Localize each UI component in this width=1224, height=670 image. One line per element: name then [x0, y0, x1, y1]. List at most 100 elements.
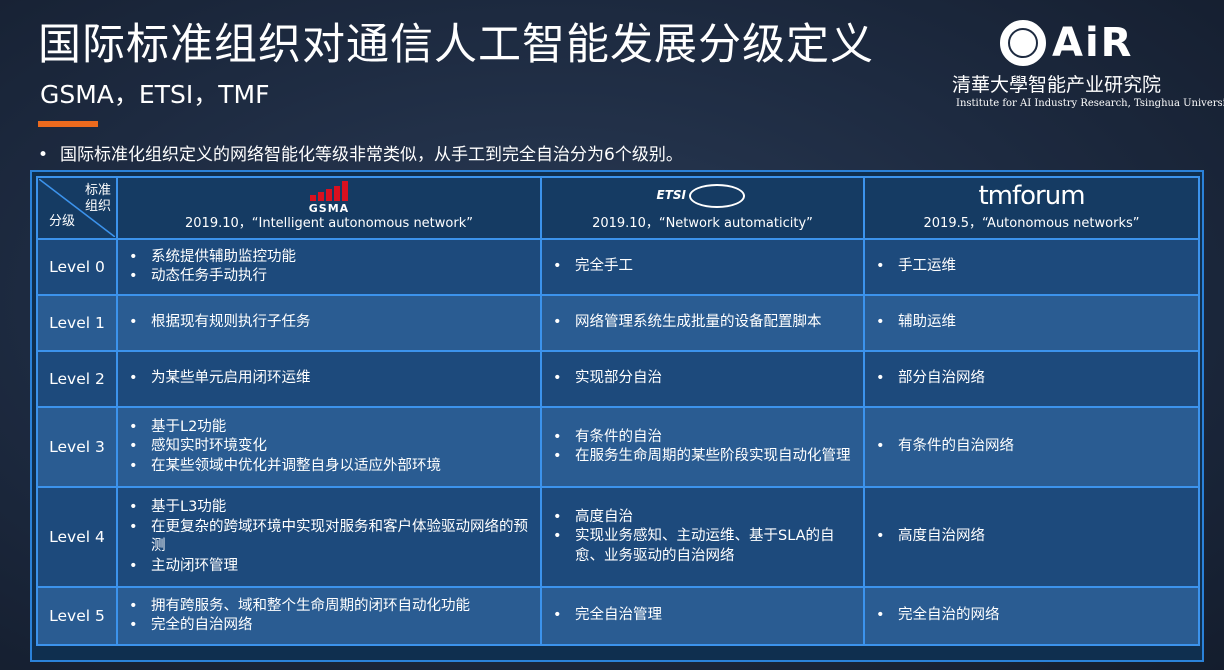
etsi-cell: 实现部分自治: [540, 350, 865, 408]
gsma-item-list: 根据现有规则执行子任务: [119, 313, 539, 333]
list-item: 感知实时环境变化: [129, 437, 539, 457]
list-item: 系统提供辅助监控功能: [129, 248, 539, 268]
tmf-item-list: 完全自治的网络: [866, 606, 1197, 626]
etsi-item-list: 网络管理系统生成批量的设备配置脚本: [543, 313, 862, 333]
header-etsi: ETSI 2019.10，“Network automaticity”: [540, 176, 865, 240]
etsi-cell: 有条件的自治在服务生命周期的某些阶段实现自动化管理: [540, 406, 865, 488]
level-label: Level 1: [36, 294, 118, 352]
list-item: 在某些领域中优化并调整自身以适应外部环境: [129, 457, 539, 477]
table-row: Level 2 为某些单元启用闭环运维实现部分自治部分自治网络: [36, 350, 1200, 408]
level-label: Level 2: [36, 350, 118, 408]
list-item: 手工运维: [876, 257, 1197, 277]
list-item: 网络管理系统生成批量的设备配置脚本: [553, 313, 862, 333]
etsi-ring-icon: [688, 184, 745, 208]
etsi-item-list: 完全自治管理: [543, 606, 862, 626]
tsinghua-seal-icon: [1000, 20, 1046, 66]
list-item: 辅助运维: [876, 313, 1197, 333]
tmf-cell: 高度自治网络: [863, 486, 1200, 588]
table-row: Level 0系统提供辅助监控功能动态任务手动执行完全手工手工运维: [36, 238, 1200, 296]
list-item: 完全的自治网络: [129, 616, 539, 636]
list-item: 拥有跨服务、域和整个生命周期的闭环自动化功能: [129, 597, 539, 617]
tmf-cell: 部分自治网络: [863, 350, 1200, 408]
tmf-item-list: 辅助运维: [866, 313, 1197, 333]
header-tmf: tmforum 2019.5，“Autonomous networks”: [863, 176, 1200, 240]
list-item: 根据现有规则执行子任务: [129, 313, 539, 333]
level-label: Level 5: [36, 586, 118, 646]
gsma-cell: 基于L3功能在更复杂的跨域环境中实现对服务和客户体验驱动网络的预测主动闭环管理: [116, 486, 542, 588]
tmf-cell: 辅助运维: [863, 294, 1200, 352]
corner-top-label: 标准组织: [84, 183, 111, 214]
gsma-cell: 系统提供辅助监控功能动态任务手动执行: [116, 238, 542, 296]
gsma-item-list: 拥有跨服务、域和整个生命周期的闭环自动化功能完全的自治网络: [119, 597, 539, 636]
tmf-item-list: 手工运维: [866, 257, 1197, 277]
tmforum-logo: tmforum: [978, 181, 1085, 211]
level-label: Level 3: [36, 406, 118, 488]
tmf-cell: 完全自治的网络: [863, 586, 1200, 646]
list-item: 在服务生命周期的某些阶段实现自动化管理: [553, 447, 862, 467]
etsi-item-list: 有条件的自治在服务生命周期的某些阶段实现自动化管理: [543, 428, 862, 467]
tmf-cell: 手工运维: [863, 238, 1200, 296]
etsi-item-list: 高度自治实现业务感知、主动运维、基于SLA的自愈、业务驱动的自治网络: [543, 508, 862, 567]
tmf-item-list: 高度自治网络: [866, 527, 1197, 547]
etsi-cell: 网络管理系统生成批量的设备配置脚本: [540, 294, 865, 352]
table-row: Level 1 根据现有规则执行子任务网络管理系统生成批量的设备配置脚本辅助运维: [36, 294, 1200, 352]
gsma-cell: 为某些单元启用闭环运维: [116, 350, 542, 408]
page-subtitle: GSMA，ETSI，TMF: [40, 80, 270, 109]
corner-header: 标准组织 分级: [36, 176, 118, 240]
etsi-item-list: 实现部分自治: [543, 369, 862, 389]
institute-name-cn: 清華大學智能产业研究院: [952, 74, 1162, 96]
header-gsma: GSMA 2019.10，“Intelligent autonomous net…: [116, 176, 542, 240]
tmf-item-list: 部分自治网络: [866, 369, 1197, 389]
list-item: 基于L3功能: [129, 498, 539, 518]
etsi-cell: 完全手工: [540, 238, 865, 296]
gsma-bars-icon: [303, 181, 355, 201]
tmf-item-list: 有条件的自治网络: [866, 437, 1197, 457]
list-item: 高度自治网络: [876, 527, 1197, 547]
gsma-item-list: 基于L3功能在更复杂的跨域环境中实现对服务和客户体验驱动网络的预测主动闭环管理: [119, 498, 539, 576]
tmf-reference: 2019.5，“Autonomous networks”: [923, 216, 1140, 231]
tmf-cell: 有条件的自治网络: [863, 406, 1200, 488]
list-item: 实现业务感知、主动运维、基于SLA的自愈、业务驱动的自治网络: [553, 527, 862, 566]
table-row: Level 5拥有跨服务、域和整个生命周期的闭环自动化功能完全的自治网络完全自治…: [36, 586, 1200, 646]
intro-bullet: • 国际标准化组织定义的网络智能化等级非常类似，从手工到完全自治分为6个级别。: [38, 145, 683, 165]
institute-name-en: Institute for AI Industry Research, Tsin…: [956, 98, 1224, 109]
gsma-item-list: 基于L2功能感知实时环境变化在某些领域中优化并调整自身以适应外部环境: [119, 418, 539, 477]
list-item: 部分自治网络: [876, 369, 1197, 389]
etsi-cell: 完全自治管理: [540, 586, 865, 646]
table-row: Level 3基于L2功能感知实时环境变化在某些领域中优化并调整自身以适应外部环…: [36, 406, 1200, 488]
list-item: 完全自治的网络: [876, 606, 1197, 626]
level-label: Level 0: [36, 238, 118, 296]
list-item: 有条件的自治: [553, 428, 862, 448]
list-item: 完全自治管理: [553, 606, 862, 626]
level-label: Level 4: [36, 486, 118, 588]
list-item: 完全手工: [553, 257, 862, 277]
etsi-cell: 高度自治实现业务感知、主动运维、基于SLA的自愈、业务驱动的自治网络: [540, 486, 865, 588]
intro-bullet-text: 国际标准化组织定义的网络智能化等级非常类似，从手工到完全自治分为6个级别。: [60, 145, 683, 165]
gsma-cell: 根据现有规则执行子任务: [116, 294, 542, 352]
list-item: 在更复杂的跨域环境中实现对服务和客户体验驱动网络的预测: [129, 518, 539, 557]
air-logo-text: AiR: [1052, 20, 1134, 66]
etsi-item-list: 完全手工: [543, 257, 862, 277]
gsma-item-list: 系统提供辅助监控功能动态任务手动执行: [119, 248, 539, 287]
gsma-cell: 基于L2功能感知实时环境变化在某些领域中优化并调整自身以适应外部环境: [116, 406, 542, 488]
list-item: 动态任务手动执行: [129, 267, 539, 287]
gsma-cell: 拥有跨服务、域和整个生命周期的闭环自动化功能完全的自治网络: [116, 586, 542, 646]
list-item: 实现部分自治: [553, 369, 862, 389]
list-item: 为某些单元启用闭环运维: [129, 369, 539, 389]
table-row: Level 4基于L3功能在更复杂的跨域环境中实现对服务和客户体验驱动网络的预测…: [36, 486, 1200, 588]
corner-bottom-label: 分级: [49, 214, 76, 229]
list-item: 高度自治: [553, 508, 862, 528]
gsma-logo: GSMA: [303, 181, 355, 215]
level-comparison-table: 标准组织 分级 GSMA 2019.10，“Intelligent autono…: [30, 170, 1204, 662]
etsi-logo-text: ETSI: [656, 188, 687, 202]
page-title: 国际标准组织对通信人工智能发展分级定义: [38, 20, 874, 70]
etsi-logo: ETSI: [655, 182, 751, 212]
gsma-reference: 2019.10，“Intelligent autonomous network”: [185, 216, 473, 231]
list-item: 主动闭环管理: [129, 557, 539, 577]
list-item: 有条件的自治网络: [876, 437, 1197, 457]
gsma-item-list: 为某些单元启用闭环运维: [119, 369, 539, 389]
institute-logo: AiR 清華大學智能产业研究院 Institute for AI Industr…: [952, 14, 1224, 114]
list-item: 基于L2功能: [129, 418, 539, 438]
accent-bar: [38, 121, 98, 127]
etsi-reference: 2019.10，“Network automaticity”: [592, 216, 813, 231]
